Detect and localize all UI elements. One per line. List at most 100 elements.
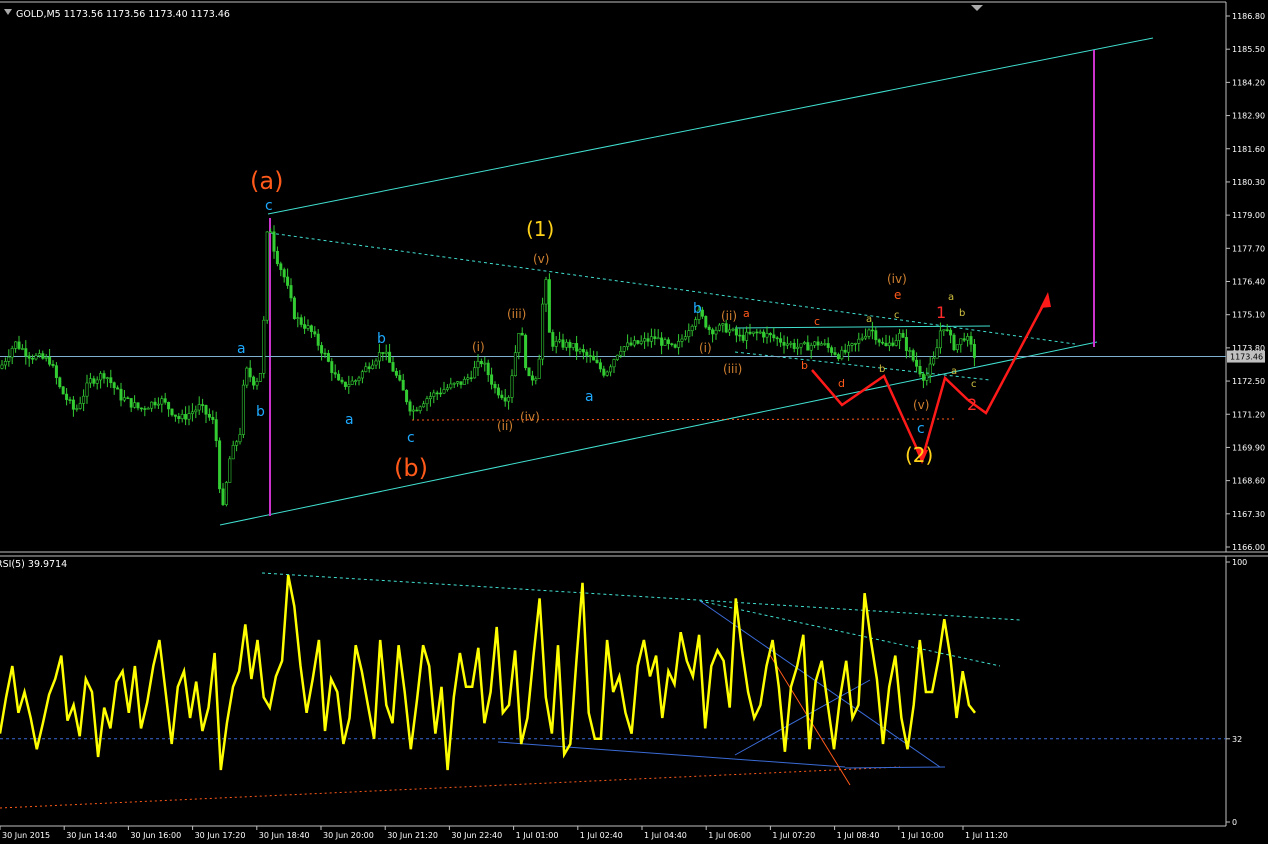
price-tick-label: 1182.90 [1232, 112, 1265, 121]
wave-label-c-yellow: c [971, 379, 977, 390]
time-tick-label: 1 Jul 11:20 [965, 831, 1008, 840]
wave-label-v-right: (v) [913, 398, 929, 412]
candle-body [190, 411, 194, 414]
candle-body [292, 297, 296, 319]
candle-body [343, 381, 347, 387]
candle-body [799, 343, 803, 348]
candle-body [629, 342, 633, 346]
candle-body [819, 343, 823, 346]
candle-body [496, 387, 500, 396]
candle-body [411, 409, 415, 412]
wave-label-b-major: (b) [394, 454, 428, 482]
time-tick-label: 30 Jun 21:20 [387, 831, 438, 840]
candle-body [34, 355, 38, 360]
candle-body [551, 332, 555, 347]
candle-body [949, 329, 953, 336]
candle-body [275, 250, 279, 265]
candle-body [796, 346, 800, 349]
candle-body [143, 408, 147, 410]
candle-body [853, 342, 857, 345]
wave-label-1: (1) [526, 217, 554, 241]
candle-body [24, 348, 28, 357]
candle-body [371, 364, 375, 369]
candle-body [187, 413, 191, 420]
candle-body [445, 387, 449, 390]
wave-label-i-right: (i) [699, 341, 712, 355]
candle-body [802, 342, 806, 345]
candle-body [751, 331, 755, 334]
candle-body [255, 381, 259, 386]
candle-body [61, 386, 65, 395]
wave-label-c-small: c [894, 310, 900, 321]
wave-label-a-major: (a) [250, 167, 283, 195]
candle-body [938, 330, 942, 349]
candle-body [826, 343, 830, 348]
candle-body [401, 379, 405, 391]
candle-body [782, 342, 786, 346]
price-tick-label: 1184.20 [1232, 78, 1265, 87]
candle-body [177, 416, 181, 419]
wave-label-a-small: a [866, 314, 872, 325]
candle-body [479, 360, 483, 365]
candle-body [765, 333, 769, 338]
time-tick-label: 30 Jun 2015 [2, 831, 50, 840]
candle-body [768, 333, 772, 336]
candle-body [894, 340, 898, 346]
candle-body [241, 384, 245, 435]
candle-body [82, 395, 86, 404]
candle-body [530, 375, 534, 381]
wave-label-a-brown2: a [948, 292, 954, 303]
trading-chart[interactable]: 1186.80 1185.50 1184.20 1182.90 1181.60 1180.… [0, 0, 1268, 840]
candle-body [58, 377, 62, 388]
candle-body [51, 363, 55, 366]
candle-body [391, 362, 395, 372]
wave-label-d-brown: d [838, 377, 845, 390]
candle-body [428, 396, 432, 399]
candle-body [741, 334, 745, 341]
candle-body [313, 331, 317, 335]
candle-body [75, 408, 79, 410]
candle-body [816, 341, 820, 346]
candle-body [320, 345, 324, 354]
candle-body [116, 387, 120, 390]
candle-body [840, 349, 844, 360]
candle-body [908, 350, 912, 352]
candle-body [462, 378, 466, 385]
candle-body [636, 340, 640, 344]
candle-body [340, 379, 344, 383]
candle-body [398, 375, 402, 381]
candle-body [588, 355, 592, 357]
candle-body [350, 380, 354, 385]
candle-body [415, 409, 419, 412]
candle-body [564, 341, 568, 348]
wave-label-iv-right: (iv) [887, 272, 907, 286]
candle-body [649, 336, 653, 342]
candle-body [721, 323, 725, 326]
price-tick-label: 1176.40 [1232, 278, 1265, 287]
candle-body [711, 329, 715, 335]
candle-body [119, 388, 123, 401]
candle-body [850, 343, 854, 346]
price-tick-label: 1175.10 [1232, 311, 1265, 320]
price-tick-label: 1179.00 [1232, 211, 1265, 220]
time-tick-label: 30 Jun 18:40 [259, 831, 310, 840]
candle-body [901, 333, 905, 338]
time-tick-label: 1 Jul 06:00 [708, 831, 751, 840]
candle-body [717, 324, 721, 331]
candle-body [673, 344, 677, 348]
candle-body [544, 279, 548, 305]
candle-body [224, 482, 228, 505]
candle-body [99, 373, 103, 381]
candle-body [330, 361, 334, 373]
candle-body [877, 339, 881, 343]
candle-body [836, 354, 840, 360]
candle-body [88, 378, 92, 384]
candle-body [228, 458, 232, 483]
candle-body [493, 384, 497, 389]
candle-body [928, 363, 932, 376]
wave-label-2: (2) [905, 443, 933, 467]
candle-body [598, 362, 602, 370]
candle-body [459, 381, 463, 385]
candle-body [561, 339, 565, 348]
candle-body [704, 316, 708, 328]
